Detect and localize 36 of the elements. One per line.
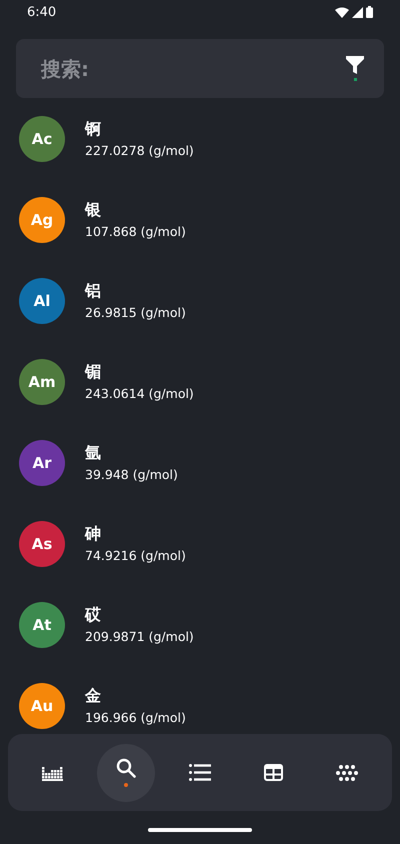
list-icon bbox=[188, 764, 211, 781]
element-symbol-badge: At bbox=[19, 602, 65, 648]
element-symbol-badge: Ar bbox=[19, 440, 65, 486]
element-name: 氩 bbox=[85, 443, 102, 464]
atomic-mass: 26.9815 (g/mol) bbox=[85, 305, 186, 320]
element-name: 锕 bbox=[85, 119, 102, 140]
status-time: 6:40 bbox=[27, 4, 56, 20]
atomic-mass: 107.868 (g/mol) bbox=[85, 224, 186, 239]
periodic-table-icon bbox=[42, 764, 64, 780]
element-name: 铝 bbox=[85, 281, 102, 302]
atomic-mass: 196.966 (g/mol) bbox=[85, 710, 186, 725]
selected-dot bbox=[124, 783, 128, 787]
element-name: 镅 bbox=[85, 362, 102, 383]
atomic-mass: 39.948 (g/mol) bbox=[85, 467, 178, 482]
element-name: 银 bbox=[85, 200, 102, 221]
element-name: 金 bbox=[85, 686, 102, 707]
search-icon bbox=[116, 758, 136, 778]
atomic-mass: 227.0278 (g/mol) bbox=[85, 143, 194, 158]
element-symbol-badge: Ag bbox=[19, 196, 65, 242]
element-name: 砷 bbox=[85, 524, 102, 545]
element-name: 砹 bbox=[85, 605, 102, 626]
element-symbol-badge: Am bbox=[19, 358, 65, 404]
dot-grid-icon bbox=[336, 764, 358, 780]
atomic-mass: 243.0614 (g/mol) bbox=[85, 386, 194, 401]
element-symbol-badge: As bbox=[19, 520, 65, 566]
filter-button[interactable] bbox=[346, 56, 364, 81]
wifi-icon bbox=[335, 6, 349, 18]
element-symbol-badge: Al bbox=[19, 278, 65, 324]
element-symbol-badge: Ac bbox=[19, 116, 65, 162]
element-symbol-badge: Au bbox=[19, 682, 65, 728]
table-icon bbox=[264, 764, 284, 781]
filter-icon bbox=[346, 56, 364, 74]
atomic-mass: 74.9216 (g/mol) bbox=[85, 548, 186, 563]
battery-icon bbox=[366, 6, 373, 18]
signal-icon bbox=[352, 6, 363, 18]
atomic-mass: 209.9871 (g/mol) bbox=[85, 629, 194, 644]
